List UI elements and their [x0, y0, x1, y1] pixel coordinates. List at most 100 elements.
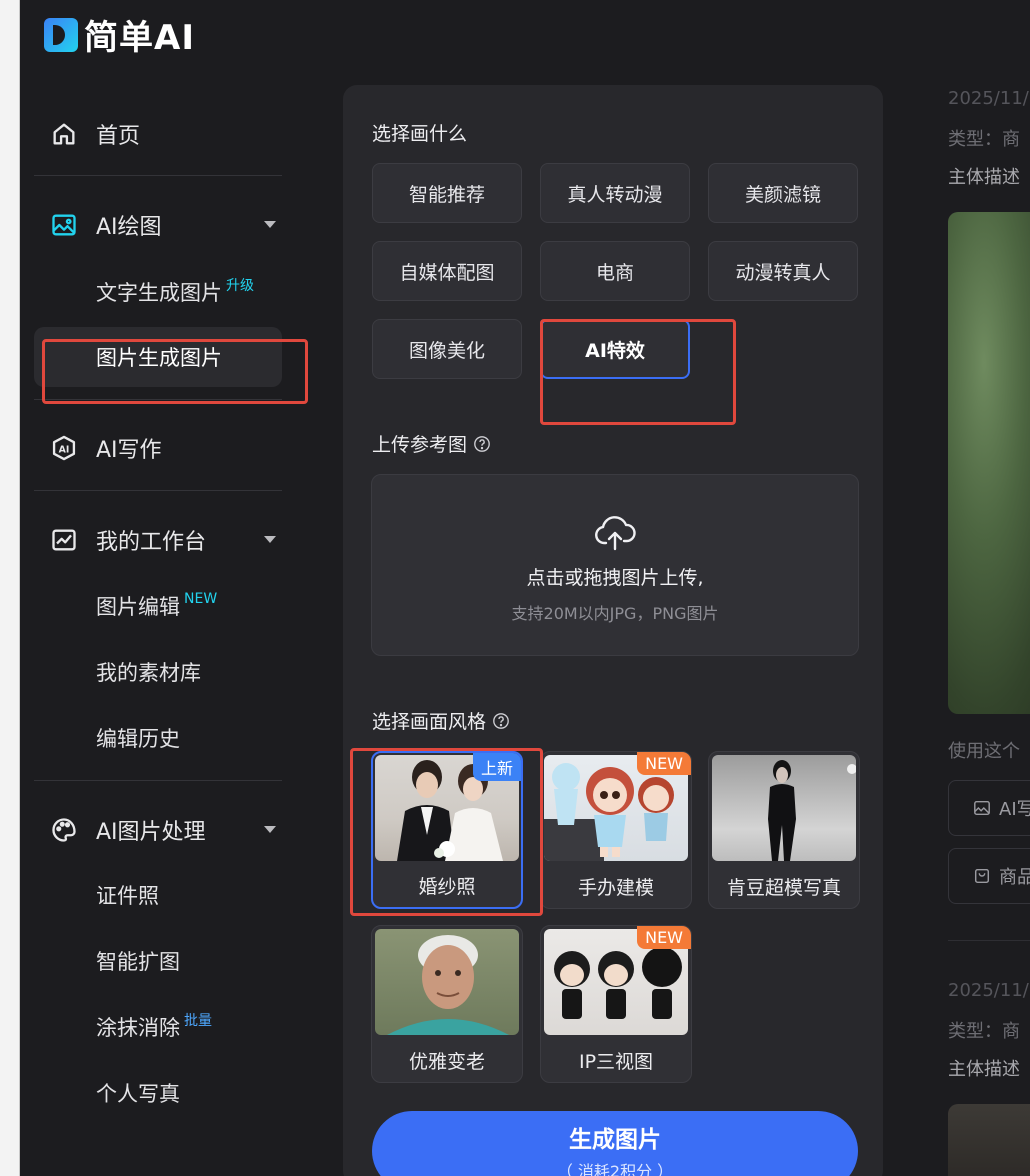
sub-item-smart-expand[interactable]: 智能扩图 [34, 931, 282, 991]
style-label: 优雅变老 [408, 1051, 485, 1073]
history-action-label: 商品 [999, 867, 1030, 888]
history-image[interactable] [948, 1104, 1030, 1176]
divider [34, 490, 282, 491]
divider [34, 399, 282, 400]
generate-cost: （ 消耗2积分 ） [556, 1162, 674, 1176]
sub-item-id-photo[interactable]: 证件照 [34, 865, 282, 925]
style-card-aging[interactable]: 优雅变老 [371, 925, 523, 1083]
divider [34, 780, 282, 781]
upload-dropzone[interactable]: 点击或拖拽图片上传, 支持20M以内JPG，PNG图片 [371, 474, 859, 656]
history-use-this[interactable]: 使用这个 [948, 737, 1020, 763]
sub-item-image-edit[interactable]: 图片编辑 NEW [34, 576, 282, 636]
nav-item-home[interactable]: 首页 [34, 104, 282, 164]
history-date: 2025/11/ [948, 88, 1029, 109]
history-image[interactable] [948, 212, 1030, 714]
category-chip[interactable]: 智能推荐 [372, 163, 522, 223]
sub-label-edit-history: 编辑历史 [96, 727, 180, 751]
new-tag: NEW [184, 591, 218, 607]
generate-button[interactable]: 生成图片 （ 消耗2积分 ） [372, 1111, 858, 1176]
style-thumbnail [712, 755, 856, 861]
style-card-supermodel[interactable]: 肯豆超模写真 [708, 751, 860, 909]
category-chip[interactable]: 动漫转真人 [708, 241, 858, 301]
style-badge: 上新 [472, 753, 521, 781]
sub-item-image-to-image[interactable]: 图片生成图片 [34, 327, 282, 387]
nav-item-ai-image-process[interactable]: AI图片处理 [34, 800, 282, 860]
category-chip[interactable]: 真人转动漫 [540, 163, 690, 223]
chevron-down-icon [264, 826, 276, 833]
upload-cloud-icon [595, 516, 636, 551]
generate-label: 生成图片 [569, 1127, 661, 1153]
style-card-wedding[interactable]: 上新 婚纱照 [371, 751, 523, 909]
style-card-figurine[interactable]: NEW 手办建模 [540, 751, 692, 909]
style-title-text: 选择画面风格 [372, 711, 487, 733]
upload-title-text: 上传参考图 [372, 434, 468, 456]
style-badge: NEW [637, 926, 691, 949]
style-thumbnail [375, 929, 519, 1035]
divider [948, 940, 1030, 941]
sub-label-id-photo: 证件照 [96, 884, 159, 908]
help-icon[interactable] [492, 712, 510, 730]
category-chip[interactable]: 美颜滤镜 [708, 163, 858, 223]
history-action-button[interactable]: AI写 [948, 780, 1030, 836]
chevron-down-icon [264, 221, 276, 228]
chart-icon [52, 529, 76, 551]
nav-label-workbench: 我的工作台 [96, 530, 207, 555]
style-label: IP三视图 [578, 1051, 654, 1073]
sub-label-smart-expand: 智能扩图 [96, 950, 180, 974]
sub-label-image-edit: 图片编辑 [96, 595, 180, 619]
svg-text:AI: AI [59, 445, 70, 456]
help-icon[interactable] [473, 435, 491, 453]
sub-label-erase: 涂抹消除 [96, 1016, 180, 1040]
sub-item-text-to-image[interactable]: 文字生成图片 升级 [34, 262, 282, 322]
history-action-label: AI写 [999, 799, 1030, 820]
style-badge: NEW [637, 752, 691, 775]
nav-label-ai-draw: AI绘图 [96, 215, 162, 240]
section-title-upload: 上传参考图 [372, 430, 491, 457]
section-title-style: 选择画面风格 [372, 707, 510, 734]
category-chip[interactable]: 自媒体配图 [372, 241, 522, 301]
category-chip[interactable]: 电商 [540, 241, 690, 301]
batch-tag: 批量 [184, 1013, 212, 1029]
upgrade-tag: 升级 [226, 278, 254, 294]
sidebar: 简单AI 首页 AI绘图 文字生成图片 升级 图片生成图片 AI AI写作 我的… [20, 0, 320, 1176]
bag-icon [974, 868, 990, 884]
image-icon [974, 800, 990, 816]
history-date: 2025/11/ [948, 980, 1029, 1001]
nav-item-ai-write[interactable]: AI AI写作 [34, 418, 282, 478]
logo-text: 简单AI [84, 18, 195, 58]
nav-label-ai-write: AI写作 [96, 438, 162, 463]
style-label: 婚纱照 [418, 876, 476, 898]
category-chip-active[interactable]: AI特效 [540, 319, 690, 379]
sub-label-image-to-image: 图片生成图片 [96, 346, 222, 370]
logo[interactable]: 简单AI [44, 10, 195, 59]
sub-item-assets[interactable]: 我的素材库 [34, 642, 282, 702]
section-title-choose: 选择画什么 [372, 123, 468, 145]
sub-label-portrait: 个人写真 [96, 1082, 180, 1106]
history-panel: 2025/11/ 类型：商 主体描述 使用这个 AI写 商品 2025/11/ … [948, 0, 1030, 1176]
style-card-ip-three-view[interactable]: NEW IP三视图 [540, 925, 692, 1083]
category-chip[interactable]: 图像美化 [372, 319, 522, 379]
nav-item-workbench[interactable]: 我的工作台 [34, 510, 282, 570]
history-type: 类型：商 [948, 1021, 1020, 1042]
upload-constraints: 支持20M以内JPG，PNG图片 [511, 604, 719, 623]
nav-label-ai-image-process: AI图片处理 [96, 820, 206, 845]
nav-label-home: 首页 [96, 124, 141, 149]
logo-icon [44, 17, 78, 52]
supermodel-image [768, 760, 856, 861]
sub-item-erase[interactable]: 涂抹消除 批量 [34, 997, 282, 1057]
history-desc: 主体描述 [948, 1059, 1020, 1080]
nav-item-ai-draw[interactable]: AI绘图 [34, 195, 282, 255]
sub-item-portrait[interactable]: 个人写真 [34, 1063, 282, 1123]
generation-panel: 选择画什么 智能推荐 真人转动漫 美颜滤镜 自媒体配图 电商 动漫转真人 图像美… [343, 85, 883, 1176]
style-label: 肯豆超模写真 [726, 877, 841, 899]
palette-icon [52, 818, 76, 842]
sub-label-text-to-image: 文字生成图片 [96, 281, 222, 305]
sub-item-edit-history[interactable]: 编辑历史 [34, 708, 282, 768]
history-desc: 主体描述 [948, 167, 1020, 188]
history-action-button[interactable]: 商品 [948, 848, 1030, 904]
sub-label-assets: 我的素材库 [96, 661, 201, 685]
aging-image [387, 935, 509, 1035]
style-label: 手办建模 [577, 877, 654, 899]
history-type: 类型：商 [948, 129, 1020, 150]
ai-write-icon: AI [52, 435, 76, 461]
